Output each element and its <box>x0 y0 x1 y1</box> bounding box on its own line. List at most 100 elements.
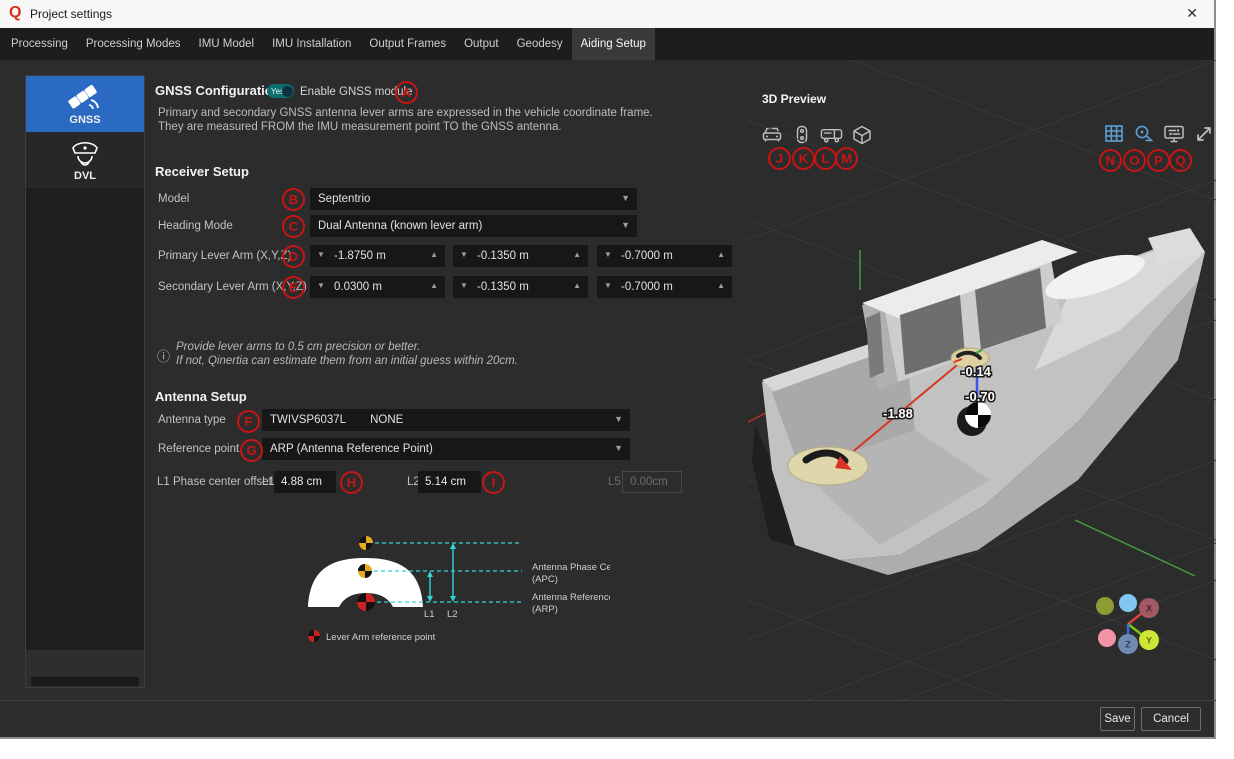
annotation-a: A <box>395 81 418 104</box>
diagram-l2-label: L2 <box>447 609 458 620</box>
spin-up-icon[interactable]: ▲ <box>573 281 581 290</box>
project-settings-dialog: Q Project settings ✕ Processing Processi… <box>0 0 1216 739</box>
spin-down-icon[interactable]: ▼ <box>317 250 325 259</box>
sidebar-scroll-strip[interactable] <box>31 677 139 686</box>
annotation-g: G <box>240 439 263 462</box>
antenna-setup-header: Antenna Setup <box>155 389 247 404</box>
tab-geodesy[interactable]: Geodesy <box>508 28 572 60</box>
annotation-l: L <box>814 147 837 170</box>
gizmo-neg-z-button[interactable] <box>1119 594 1137 612</box>
window-title: Project settings <box>30 7 112 21</box>
tab-processing[interactable]: Processing <box>2 28 77 60</box>
heading-mode-dropdown[interactable]: Dual Antenna (known lever arm) ▼ <box>310 215 637 237</box>
settings-tabbar: Processing Processing Modes IMU Model IM… <box>0 28 1214 60</box>
secondary-lever-y-value: -0.1350 m <box>477 281 529 293</box>
l2-offset-input[interactable] <box>418 471 481 493</box>
spin-up-icon[interactable]: ▲ <box>430 250 438 259</box>
aiding-sidebar: GNSS DVL <box>25 75 145 688</box>
annotation-o: O <box>1123 149 1146 172</box>
annotation-f: F <box>237 410 260 433</box>
gnss-configuration-header: GNSS Configuration <box>155 83 281 98</box>
l1-label: L1 <box>262 476 275 488</box>
tab-processing-modes[interactable]: Processing Modes <box>77 28 190 60</box>
model-dropdown[interactable]: Septentrio ▼ <box>310 188 637 210</box>
save-button[interactable]: Save <box>1100 707 1135 731</box>
antenna-type-dropdown[interactable]: TWIVSP6037L NONE ▼ <box>262 409 630 431</box>
secondary-lever-z-value: -0.7000 m <box>621 281 673 293</box>
gizmo-neg-x-button[interactable] <box>1098 629 1116 647</box>
reference-point-dropdown[interactable]: ARP (Antenna Reference Point) ▼ <box>262 438 630 460</box>
phase-center-offset-label: L1 Phase center offset <box>157 476 272 488</box>
primary-lever-y-spinbox[interactable]: ▼ -0.1350 m ▲ <box>453 245 588 267</box>
gnss-description-line2: They are measured FROM the IMU measureme… <box>158 121 562 135</box>
tab-imu-installation[interactable]: IMU Installation <box>263 28 360 60</box>
lever-arm-note-line1: Provide lever arms to 0.5 cm precision o… <box>176 341 420 355</box>
spin-down-icon[interactable]: ▼ <box>317 281 325 290</box>
spin-up-icon[interactable]: ▲ <box>717 281 725 290</box>
l1-offset-input[interactable] <box>274 471 336 493</box>
spin-up-icon[interactable]: ▲ <box>430 281 438 290</box>
primary-lever-z-spinbox[interactable]: ▼ -0.7000 m ▲ <box>597 245 732 267</box>
reference-point-label: Reference point <box>158 443 239 455</box>
lever-arm-z-label: -0.70 <box>965 389 995 404</box>
gizmo-y-label: Y <box>1146 636 1152 646</box>
l5-label: L5 <box>608 476 621 488</box>
sidebar-item-label: DVL <box>74 170 96 182</box>
spin-down-icon[interactable]: ▼ <box>460 250 468 259</box>
secondary-lever-y-spinbox[interactable]: ▼ -0.1350 m ▲ <box>453 276 588 298</box>
tab-imu-model[interactable]: IMU Model <box>190 28 264 60</box>
sidebar-item-gnss[interactable]: GNSS <box>26 76 144 132</box>
primary-lever-x-spinbox[interactable]: ▼ -1.8750 m ▲ <box>310 245 445 267</box>
antenna-type-value2: NONE <box>370 414 403 426</box>
secondary-lever-z-spinbox[interactable]: ▼ -0.7000 m ▲ <box>597 276 732 298</box>
l5-offset-input <box>622 471 682 493</box>
spin-up-icon[interactable]: ▲ <box>573 250 581 259</box>
annotation-q: Q <box>1169 149 1192 172</box>
spin-down-icon[interactable]: ▼ <box>604 250 612 259</box>
annotation-i: I <box>482 471 505 494</box>
annotation-p: P <box>1147 149 1170 172</box>
receiver-setup-header: Receiver Setup <box>155 164 249 179</box>
tab-output[interactable]: Output <box>455 28 508 60</box>
secondary-lever-x-spinbox[interactable]: ▼ 0.0300 m ▲ <box>310 276 445 298</box>
tab-output-frames[interactable]: Output Frames <box>360 28 455 60</box>
annotation-h: H <box>340 471 363 494</box>
diagram-apc-label1: Antenna Phase Center <box>532 562 610 573</box>
chevron-down-icon: ▼ <box>614 414 623 424</box>
heading-mode-value: Dual Antenna (known lever arm) <box>318 220 482 232</box>
spin-down-icon[interactable]: ▼ <box>604 281 612 290</box>
diagram-apc-label2: (APC) <box>532 574 558 585</box>
info-icon: ⓘ <box>157 346 170 365</box>
annotation-n: N <box>1099 149 1122 172</box>
model-label: Model <box>158 193 189 205</box>
antenna-diagram: L1 L2 Antenna Phase Center (APC) Antenna… <box>300 500 610 648</box>
antenna-type-value: TWIVSP6037L <box>270 414 346 426</box>
screenshot-canvas: Q Project settings ✕ Processing Processi… <box>0 0 1234 759</box>
primary-lever-z-value: -0.7000 m <box>621 250 673 262</box>
close-icon[interactable]: ✕ <box>1186 5 1198 22</box>
qinertia-logo-icon: Q <box>9 4 21 22</box>
diagram-arp-label1: Antenna Reference Point <box>532 592 610 603</box>
axis-gizmo[interactable]: X Y Z <box>1096 594 1159 654</box>
cancel-button[interactable]: Cancel <box>1141 707 1201 731</box>
annotation-c: C <box>282 215 305 238</box>
heading-mode-label: Heading Mode <box>158 220 233 232</box>
sidebar-item-dvl[interactable]: DVL <box>26 132 144 188</box>
gizmo-neg-y-button[interactable] <box>1096 597 1114 615</box>
primary-lever-arm-label: Primary Lever Arm (X,Y,Z) <box>158 250 291 262</box>
enable-gnss-toggle[interactable]: Yes <box>267 84 294 98</box>
annotation-d: D <box>282 245 305 268</box>
reference-point-value: ARP (Antenna Reference Point) <box>270 443 433 455</box>
primary-lever-y-value: -0.1350 m <box>477 250 529 262</box>
spin-up-icon[interactable]: ▲ <box>717 250 725 259</box>
spin-down-icon[interactable]: ▼ <box>460 281 468 290</box>
aiding-source-list: GNSS DVL <box>26 76 144 650</box>
tab-aiding-setup[interactable]: Aiding Setup <box>572 28 655 60</box>
diagram-arp-label2: (ARP) <box>532 604 558 615</box>
satellite-icon <box>64 82 106 112</box>
toggle-knob <box>282 86 293 97</box>
sidebar-item-label: GNSS <box>69 114 100 126</box>
annotation-b: B <box>282 188 305 211</box>
gizmo-z-label: Z <box>1125 640 1131 650</box>
primary-lever-x-value: -1.8750 m <box>334 250 386 262</box>
